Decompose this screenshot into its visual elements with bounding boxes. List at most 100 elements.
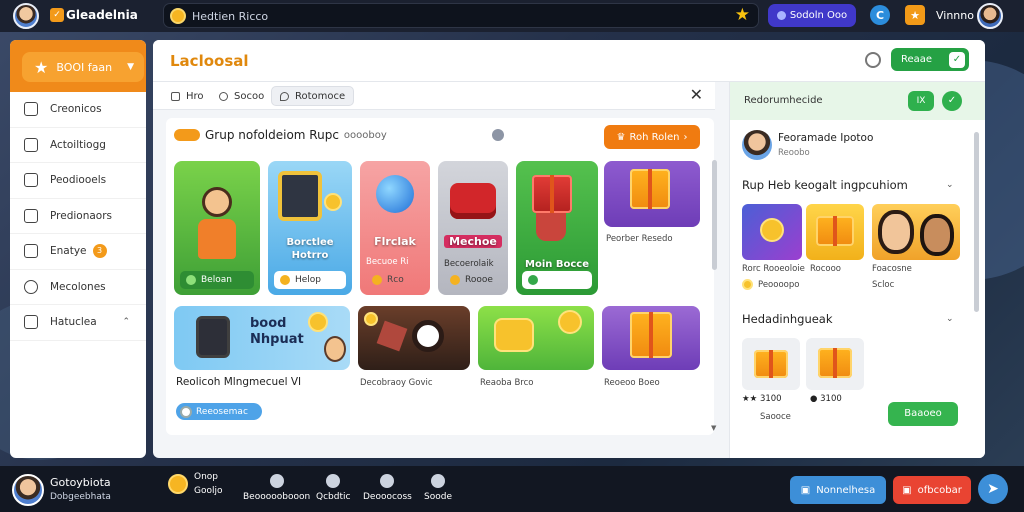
coin-stack-icon [494,318,534,352]
tab-location[interactable]: Rotomoce [271,86,355,106]
right-panel-header: Redorumhecide IX ✓ [730,82,985,120]
bottom-nav-item[interactable]: Beooooobooon [243,474,310,502]
user-name[interactable]: Vinnno [936,9,974,22]
section-title: Grup nofoldeiom Rupc [205,128,339,142]
close-icon[interactable]: ✕ [690,85,703,104]
card-sub: Reolicoh Mlngmecuel VI [176,376,302,388]
bottom-nav-label: Deooocoss [363,492,412,502]
tab-bar: Hro Socoo Rotomoce ✕ [153,82,715,110]
game-card[interactable]: Moin Bocce [516,161,598,295]
page-title: Lacloosal [170,52,249,70]
sidebar-item-label: Enatye [50,245,87,258]
profile-avatar[interactable] [742,130,772,160]
bottom-blue-button[interactable]: ▣ Nonnelhesa [790,476,886,504]
globe-image [376,175,414,213]
panel-action-button[interactable]: Baaoeo [888,402,958,426]
bottom-nav-label: Qcbdtic [316,492,351,502]
bottom-nav-item[interactable]: Deooocoss [363,474,412,502]
bottom-red-button[interactable]: ▣ ofbcobar [893,476,971,504]
game-card[interactable] [602,306,700,370]
game-card[interactable]: Beloan [174,161,260,295]
bottom-nav-sub: Gooljo [194,486,223,496]
diamond-icon [430,474,445,488]
avatar [878,210,914,254]
sidebar-item[interactable]: Hatuclea ⌃ [10,305,146,341]
sidebar-dropdown[interactable]: ★ BOOI faan ▼ [22,52,144,82]
chevron-down-icon[interactable]: ▼ [711,424,716,432]
main-header: Lacloosal Reaae ✓ [153,40,985,82]
sidebar-item[interactable]: Peodiooels [10,163,146,199]
item-thumbnail[interactable] [806,338,864,390]
bottom-bar: Gotoybiota Dobgeebhata Onop Gooljo Beoooo… [0,466,1024,512]
chevron-down-icon[interactable]: ⌄ [946,314,954,324]
game-card[interactable]: Flrclak Becuoe Ri Rco [360,161,430,295]
card-sub: Becuoe Ri [366,257,409,267]
edit-icon [24,137,38,152]
header-badge-button[interactable]: IX [908,91,934,111]
sidebar-item[interactable]: Creonicos [10,92,146,128]
refresh-icon[interactable]: C [870,5,890,25]
gear-icon[interactable] [865,52,881,68]
search-bar[interactable]: Hedtien Ricco ★ [163,3,759,28]
bottom-nav-item[interactable]: Onop Gooljo [168,472,223,496]
tab-info[interactable]: Hro [163,86,212,106]
game-card[interactable]: bood Nhpuat [174,306,350,370]
card-caption-text: Helop [295,275,322,285]
game-card[interactable]: Borctlee Hotrro Helop [268,161,352,295]
star-icon: ★★ [742,394,758,404]
check-icon[interactable]: ✓ [942,91,962,111]
star-icon[interactable]: ★ [735,5,750,25]
profile-name: Feoramade Ipotoo [778,132,874,144]
box-image [376,320,408,352]
game-card[interactable]: Mechoe Becoerolaik Roooe [438,161,508,295]
info-icon[interactable] [491,129,504,141]
sidebar-item[interactable]: Mecolones [10,270,146,305]
content-area: Grup nofoldeiom Rupc ooooboy ♛ Roh Rolen… [166,118,714,435]
sidebar-item[interactable]: Predionaors [10,199,146,234]
section-action-label: Roh Rolen [629,131,680,143]
game-card[interactable] [358,306,470,370]
item-sub: Scloc [872,280,895,290]
item-thumbnail[interactable] [872,204,960,260]
header-green-button[interactable]: Reaae ✓ [891,48,969,71]
document-icon [24,173,38,188]
item-label: Foacosne [872,264,912,274]
search-input[interactable]: Hedtien Ricco [192,10,268,23]
avatar[interactable] [12,474,44,506]
box-icon [24,244,38,259]
game-card[interactable] [604,161,700,227]
item-thumbnail[interactable] [742,338,800,390]
top-pill-button[interactable]: Sodoln Ooo [768,4,856,27]
scrollbar[interactable] [974,132,979,312]
card-caption-text: Beloan [201,275,232,285]
gift-icon [630,312,672,358]
item-thumbnail[interactable] [742,204,802,260]
scrollbar[interactable] [712,160,717,270]
hand-image [536,213,566,241]
game-card[interactable] [478,306,594,370]
chevron-up-icon[interactable]: ⌃ [122,317,130,327]
sidebar-item[interactable]: Enatye 3 [10,234,146,270]
bottom-user-name: Gotoybiota [50,476,111,489]
user-avatar[interactable] [977,3,1003,29]
chevron-down-icon[interactable]: ⌄ [946,180,954,190]
globe-icon [24,279,38,294]
bottom-nav-item[interactable]: Qcbdtic [316,474,350,502]
status-icon [186,275,196,285]
card-sub: Reoeoo Boeo [604,378,660,388]
avatar[interactable] [13,3,39,29]
gift-icon[interactable]: ★ [905,5,925,25]
chevron-down-icon: ▼ [127,62,134,72]
card-caption [522,271,592,289]
coin-icon [760,218,784,242]
item-rating: ● 3100 [810,394,842,404]
section-action-button[interactable]: ♛ Roh Rolen › [604,125,700,149]
sidebar-item[interactable]: Actoiltiogg [10,128,146,163]
tab-settings[interactable]: Socoo [211,86,272,106]
card-pill-button[interactable]: Reeosemac [176,403,262,420]
item-label: Rorc Rooeoloie [742,264,805,274]
box-icon: ▣ [800,484,811,496]
item-thumbnail[interactable] [806,204,864,260]
share-icon[interactable]: ➤ [978,474,1008,504]
bottom-nav-item[interactable]: Soode [424,474,452,502]
